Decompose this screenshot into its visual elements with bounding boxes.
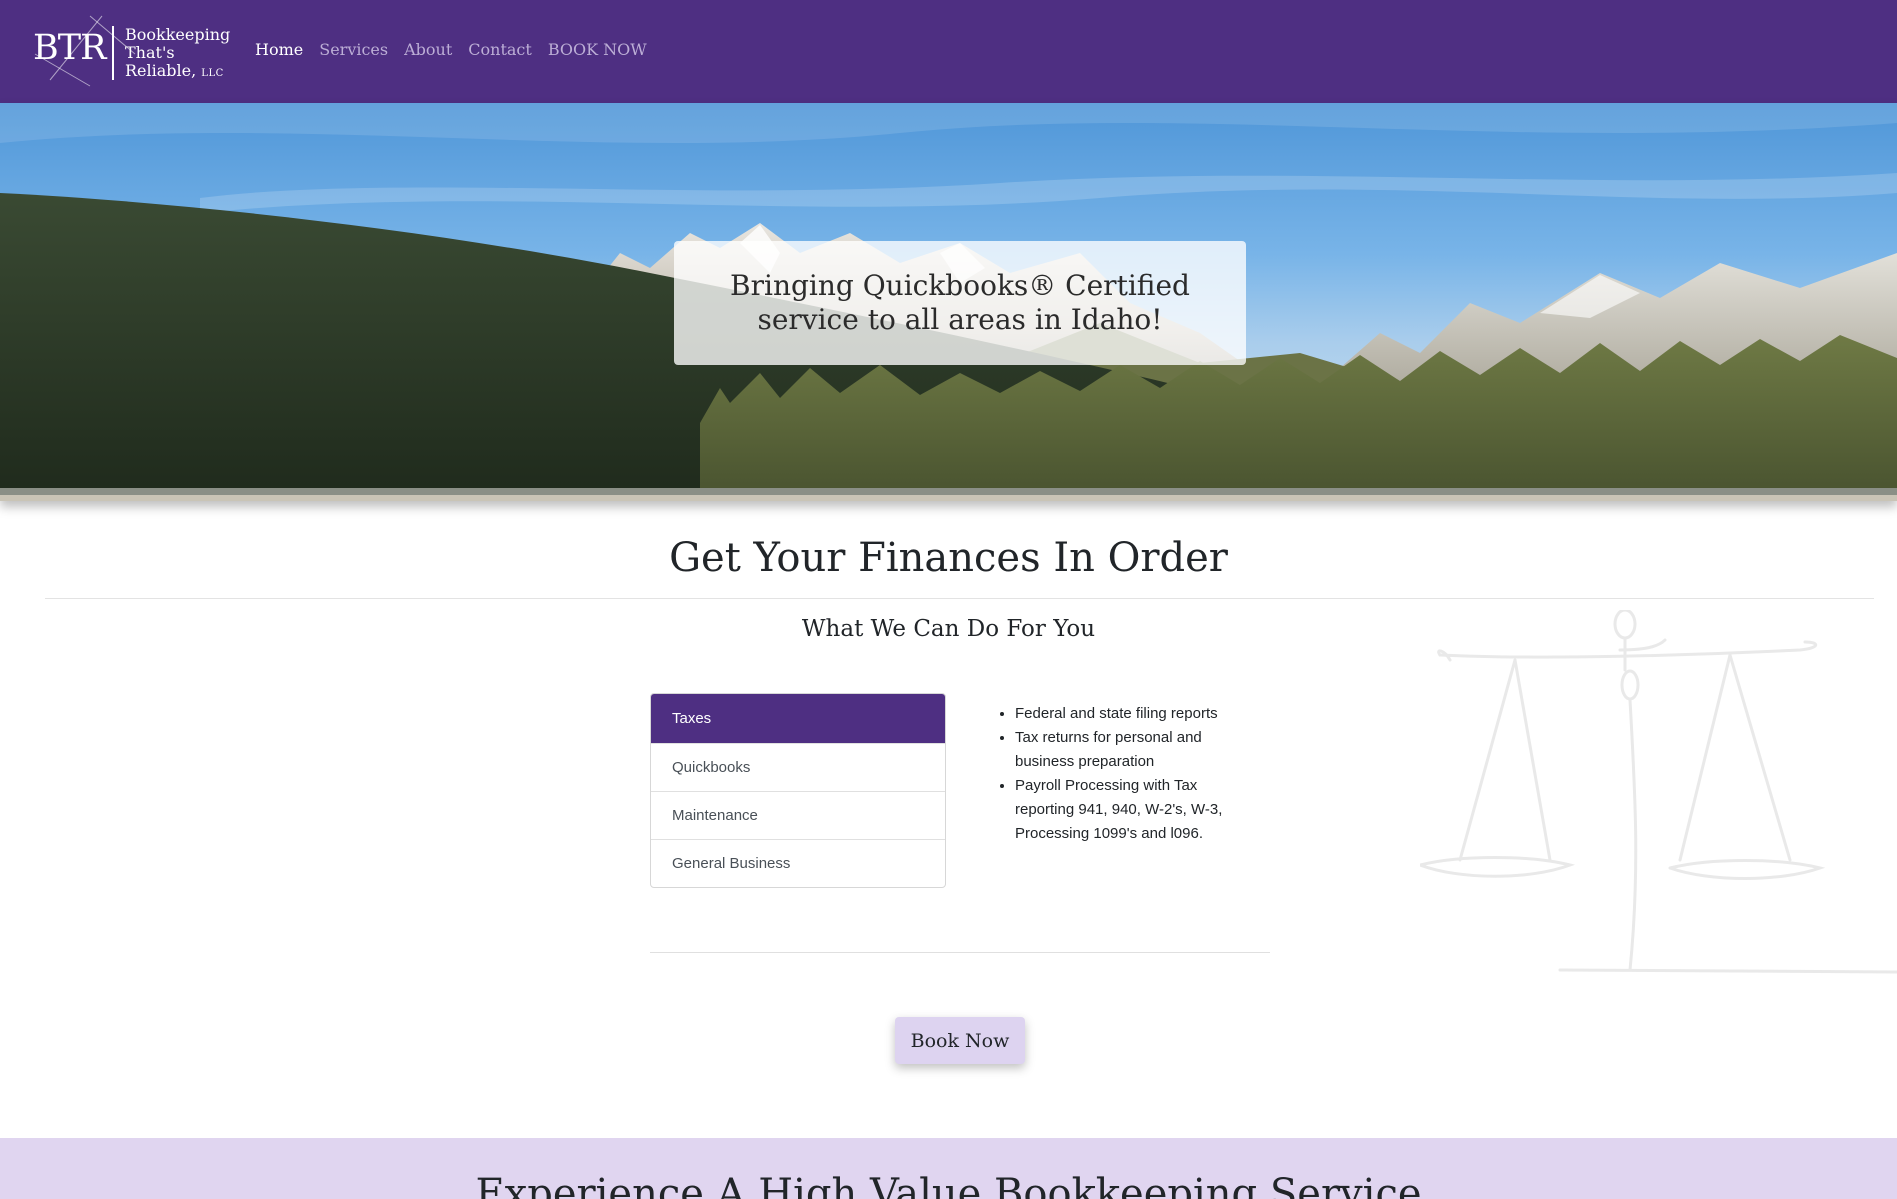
- section-divider: [45, 598, 1874, 599]
- logo[interactable]: BTR Bookkeeping That's Reliable, LLC: [30, 14, 235, 89]
- logo-line: Bookkeeping: [125, 25, 231, 44]
- section-subtitle: What We Can Do For You: [801, 616, 1096, 642]
- tab-general-business[interactable]: General Business: [651, 839, 945, 887]
- hero-tagline: Bringing Quickbooks® Certified service t…: [730, 269, 1190, 336]
- nav-link-book-now[interactable]: BOOK NOW: [548, 38, 647, 62]
- tab-maintenance[interactable]: Maintenance: [651, 791, 945, 839]
- value-section-title: Experience A High Value Bookkeeping Serv…: [475, 1171, 1422, 1199]
- content-divider: [650, 952, 1270, 953]
- logo-mark: BTR: [33, 28, 106, 68]
- nav-link-contact[interactable]: Contact: [468, 38, 532, 62]
- navbar: BTR Bookkeeping That's Reliable, LLC Hom…: [0, 0, 1897, 103]
- tab-content-taxes: Federal and state filing reports Tax ret…: [992, 702, 1252, 846]
- tab-quickbooks[interactable]: Quickbooks: [651, 743, 945, 791]
- list-item: Payroll Processing with Tax reporting 94…: [1015, 774, 1252, 846]
- logo-wordmark: Bookkeeping That's Reliable, LLC: [125, 26, 230, 83]
- services-tab-list: Taxes Quickbooks Maintenance General Bus…: [650, 693, 946, 888]
- list-item: Tax returns for personal and business pr…: [1015, 726, 1252, 774]
- nav-link-home[interactable]: Home: [255, 38, 303, 62]
- logo-line: That's: [125, 43, 175, 62]
- logo-llc: LLC: [201, 68, 224, 79]
- list-item: Federal and state filing reports: [1015, 702, 1252, 726]
- scales-of-justice-icon: [1420, 610, 1897, 974]
- logo-line-text: Reliable,: [125, 61, 197, 80]
- nav-link-about[interactable]: About: [404, 38, 452, 62]
- value-section: Experience A High Value Bookkeeping Serv…: [0, 1138, 1897, 1199]
- book-now-button[interactable]: Book Now: [895, 1017, 1025, 1064]
- tab-taxes[interactable]: Taxes: [651, 694, 945, 743]
- logo-line: Reliable, LLC: [125, 62, 230, 83]
- section-title: Get Your Finances In Order: [669, 535, 1228, 581]
- hero-banner: Bringing Quickbooks® Certified service t…: [0, 103, 1897, 501]
- main-nav: Home Services About Contact BOOK NOW: [255, 38, 647, 62]
- services-list: Federal and state filing reports Tax ret…: [992, 702, 1252, 846]
- hero-tagline-card: Bringing Quickbooks® Certified service t…: [674, 241, 1246, 365]
- nav-link-services[interactable]: Services: [319, 38, 388, 62]
